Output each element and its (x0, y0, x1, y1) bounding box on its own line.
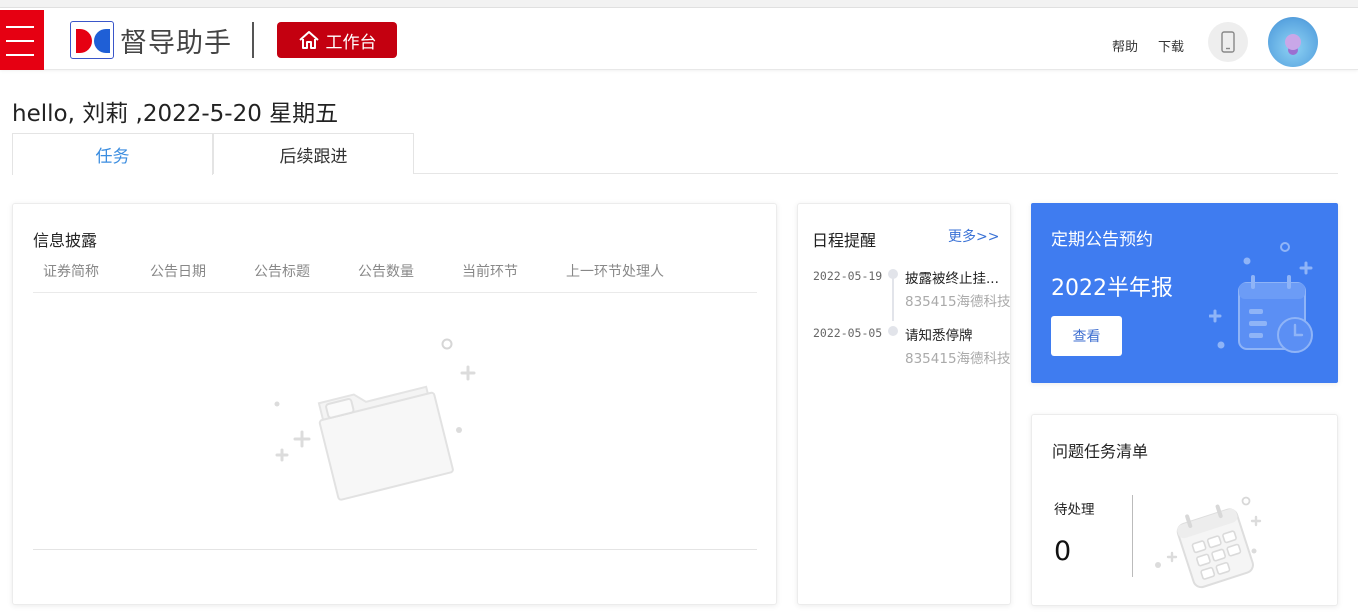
schedule-item-title: 请知悉停牌 (905, 328, 973, 344)
greeting-text: hello, 刘莉 ,2022-5-20 星期五 (12, 101, 339, 127)
column-header: 公告标题 (254, 264, 310, 280)
disclosure-table-header: 证券简称 公告日期 公告标题 公告数量 当前环节 上一环节处理人 (33, 261, 757, 293)
schedule-item-company: 835415海德科技 (905, 294, 1011, 310)
schedule-item-title: 披露被终止挂... (905, 271, 999, 287)
periodic-title: 定期公告预约 (1051, 230, 1153, 250)
tab-tasks[interactable]: 任务 (12, 133, 213, 175)
schedule-title: 日程提醒 (812, 231, 877, 250)
pending-count[interactable]: 0 (1054, 536, 1071, 567)
empty-folder-icon (274, 338, 476, 501)
schedule-date: 2022-05-05 (813, 326, 883, 340)
table-footer-divider (33, 549, 757, 550)
schedule-item[interactable]: 2022-05-05 请知悉停牌 835415海德科技 (813, 322, 1011, 370)
timeline-dot (888, 326, 898, 336)
help-link[interactable]: 帮助 (1112, 36, 1138, 55)
column-header: 公告数量 (358, 264, 414, 280)
logo-mark-icon (70, 21, 114, 59)
logo-text: 督导助手 (120, 27, 232, 59)
timeline-connector (892, 275, 894, 321)
header-divider (252, 22, 254, 58)
mobile-phone-button[interactable] (1208, 22, 1248, 62)
top-header: 督导助手 工作台 帮助 下载 (0, 8, 1358, 70)
mobile-phone-icon (1221, 31, 1235, 53)
schedule-card: 日程提醒 更多>> 2022-05-19 披露被终止挂... 835415海德科… (797, 203, 1011, 605)
schedule-item[interactable]: 2022-05-19 披露被终止挂... 835415海德科技 (813, 265, 1011, 313)
schedule-item-company: 835415海德科技 (905, 351, 1011, 367)
user-avatar[interactable] (1268, 17, 1318, 67)
column-header: 公告日期 (150, 264, 206, 280)
calendar-clock-icon (1209, 242, 1313, 353)
column-header: 当前环节 (462, 264, 518, 280)
workbench-button[interactable]: 工作台 (277, 22, 397, 58)
periodic-announcement-card: 定期公告预约 2022半年报 查看 (1031, 203, 1338, 383)
disclosure-card: 信息披露 证券简称 公告日期 公告标题 公告数量 当前环节 上一环节处理人 (12, 203, 777, 605)
pending-label: 待处理 (1054, 502, 1095, 518)
hamburger-menu-icon[interactable] (0, 10, 44, 70)
empty-calendar-icon (1155, 496, 1262, 589)
main-tabs: 任务 后续跟进 (12, 133, 1338, 175)
periodic-report-name: 2022半年报 (1051, 276, 1173, 301)
column-header: 上一环节处理人 (566, 264, 664, 280)
column-header: 证券简称 (43, 264, 99, 280)
app-logo[interactable]: 督导助手 (70, 21, 232, 59)
workbench-label: 工作台 (325, 32, 377, 53)
home-icon (298, 31, 319, 49)
issue-task-card: 问题任务清单 待处理 0 (1031, 414, 1338, 606)
download-link[interactable]: 下载 (1158, 36, 1184, 55)
browser-bookmark-strip (0, 0, 1358, 8)
issues-title: 问题任务清单 (1052, 442, 1149, 461)
issues-divider (1132, 495, 1133, 577)
tab-follow-up[interactable]: 后续跟进 (213, 133, 414, 174)
more-link[interactable]: 更多>> (948, 226, 999, 246)
schedule-date: 2022-05-19 (813, 269, 883, 283)
view-button[interactable]: 查看 (1051, 316, 1122, 356)
disclosure-title: 信息披露 (33, 231, 98, 250)
